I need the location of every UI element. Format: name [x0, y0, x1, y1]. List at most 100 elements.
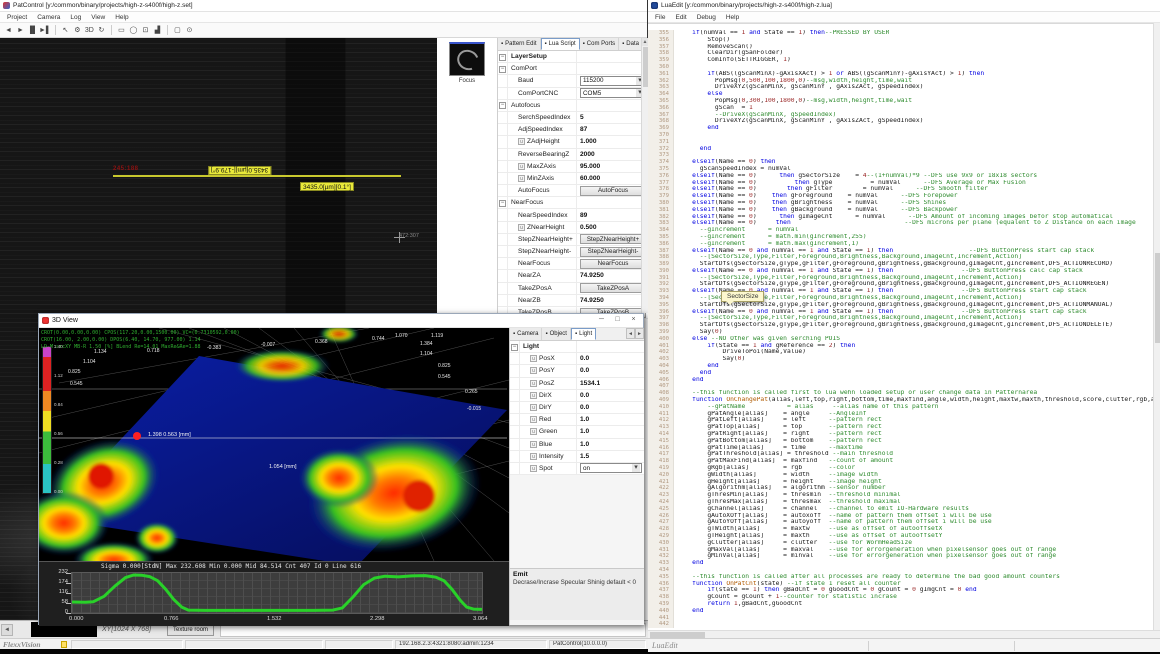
histogram-icon[interactable]: ▟ — [152, 25, 163, 36]
value-text[interactable]: 0.0 — [580, 392, 589, 399]
menu-item-camera[interactable]: Camera — [32, 14, 65, 21]
stepznearheight--button[interactable]: StepZNearHeight- — [580, 247, 646, 257]
collapse-icon[interactable]: − — [511, 344, 518, 351]
property-row-nearfocus: NearFocusNearFocus — [498, 258, 648, 270]
collapse-icon[interactable]: − — [499, 200, 506, 207]
tab-scroll-right-icon[interactable]: ► — [635, 328, 644, 339]
value-text[interactable]: 0.0 — [580, 367, 589, 374]
menu-item-view[interactable]: View — [86, 14, 110, 21]
property-value: 0.500 — [576, 222, 648, 233]
line-number: 426 — [648, 513, 674, 520]
value-text[interactable]: 1.000 — [580, 138, 597, 145]
square-tool-icon[interactable]: ▢ — [172, 25, 183, 36]
marquee-tool-icon[interactable]: ⊡ — [140, 25, 151, 36]
value-text[interactable]: 0.500 — [580, 224, 597, 231]
hscroll-left-icon[interactable]: ◄ — [1, 624, 13, 636]
unit-checkbox[interactable]: u — [530, 367, 537, 374]
properties-scrollbar[interactable]: ▲ — [641, 38, 648, 313]
step-forward-icon[interactable]: ►▌ — [39, 25, 51, 36]
pause-icon[interactable]: ▐▌ — [27, 25, 38, 36]
editor-hscrollbar[interactable] — [648, 630, 1160, 638]
code-text: end — [674, 370, 711, 377]
baud-dropdown[interactable]: 115200 — [580, 76, 646, 86]
scrollbar-thumb[interactable] — [1155, 253, 1160, 343]
3d-scene[interactable]: CROT(0.00,0.00,0.00) CPOS(117.20,0.00,15… — [39, 328, 509, 561]
play-icon[interactable]: ► — [15, 25, 26, 36]
value-text[interactable]: 95.000 — [580, 163, 600, 170]
pointer-icon[interactable]: ↖ — [60, 25, 71, 36]
collapse-icon[interactable]: − — [499, 54, 506, 61]
rect-tool-icon[interactable]: ▭ — [116, 25, 127, 36]
unit-checkbox[interactable]: u — [530, 416, 537, 423]
menu-item-edit[interactable]: Edit — [670, 14, 691, 21]
nearfocus-button[interactable]: NearFocus — [580, 259, 646, 269]
spot-dropdown[interactable]: on — [580, 463, 642, 473]
3d-mode-icon[interactable]: 3D — [84, 25, 95, 36]
menu-item-help[interactable]: Help — [721, 14, 744, 21]
unit-checkbox[interactable]: u — [530, 428, 537, 435]
value-text[interactable]: 2000 — [580, 151, 595, 158]
menu-item-file[interactable]: File — [650, 14, 670, 21]
property-value: 60.000 — [576, 173, 648, 184]
tab-camera[interactable]: ▪Camera — [510, 328, 542, 340]
stepznearheight--button[interactable]: StepZNearHeight+ — [580, 234, 646, 244]
tab-lua-script[interactable]: ▪Lua Script — [541, 38, 580, 50]
row-gutter — [498, 185, 508, 196]
unit-checkbox[interactable]: u — [530, 465, 537, 472]
unit-checkbox[interactable]: u — [518, 224, 525, 231]
editor-vscrollbar[interactable] — [1153, 23, 1160, 630]
menu-item-debug[interactable]: Debug — [692, 14, 721, 21]
unit-checkbox[interactable]: u — [518, 138, 525, 145]
ellipse-tool-icon[interactable]: ◯ — [128, 25, 139, 36]
value-text[interactable]: 1.0 — [580, 416, 589, 423]
collapse-icon[interactable]: − — [499, 102, 506, 109]
menu-item-help[interactable]: Help — [110, 14, 133, 21]
luaedit-titlebar[interactable]: LuaEdit [y:/common/binary/projects/high-… — [648, 0, 1160, 12]
value-text[interactable]: 60.000 — [580, 175, 600, 182]
maximize-icon[interactable]: □ — [611, 315, 624, 326]
value-text[interactable]: 1534.1 — [580, 380, 600, 387]
close-icon[interactable]: × — [627, 315, 640, 326]
unit-checkbox[interactable]: u — [530, 441, 537, 448]
scrollbar-thumb[interactable] — [643, 47, 648, 87]
property-value: 0.0 — [576, 353, 644, 364]
minimize-icon[interactable]: ─ — [595, 315, 608, 326]
autofocus-button[interactable]: AutoFocus — [580, 186, 646, 196]
menu-item-log[interactable]: Log — [65, 14, 86, 21]
value-text[interactable]: 1.0 — [580, 428, 589, 435]
unit-checkbox[interactable]: u — [530, 355, 537, 362]
wrench-icon[interactable]: ⚙ — [72, 25, 83, 36]
unit-checkbox[interactable]: u — [530, 453, 537, 460]
value-text[interactable]: 74.9250 — [580, 272, 604, 279]
tab-light[interactable]: ▪Light — [571, 328, 596, 340]
menu-item-project[interactable]: Project — [2, 14, 32, 21]
unit-checkbox[interactable]: u — [518, 163, 525, 170]
tab-com-ports[interactable]: ▪Com Ports — [580, 38, 619, 50]
rotate-icon[interactable]: ↻ — [96, 25, 107, 36]
tab-object[interactable]: ▪Object — [542, 328, 570, 340]
unit-checkbox[interactable]: u — [530, 404, 537, 411]
value-text[interactable]: 1.0 — [580, 441, 589, 448]
code-text — [674, 132, 681, 139]
unit-checkbox[interactable]: u — [518, 175, 525, 182]
comportcnc-dropdown[interactable]: COM5 — [580, 88, 646, 98]
code-editor[interactable]: 355 if(numVal == 1 and State == 1) then-… — [648, 23, 1153, 630]
value-text[interactable]: 5 — [580, 114, 584, 121]
value-text[interactable]: 87 — [580, 126, 587, 133]
collapse-icon[interactable]: − — [499, 66, 506, 73]
unit-checkbox[interactable]: u — [530, 392, 537, 399]
value-text[interactable]: 89 — [580, 212, 587, 219]
value-text[interactable]: 1.5 — [580, 453, 589, 460]
value-text[interactable]: 74.9250 — [580, 297, 604, 304]
3d-view-titlebar[interactable]: 3D View ─ □ × — [39, 314, 643, 328]
takezposa-button[interactable]: TakeZPosA — [580, 283, 646, 293]
step-back-icon[interactable]: ◄ — [3, 25, 14, 36]
tab-scroll-left-icon[interactable]: ◄ — [626, 328, 635, 339]
patcontrol-titlebar[interactable]: PatControl [y:/common/binary/projects/hi… — [0, 0, 647, 12]
value-text[interactable]: 0.0 — [580, 404, 589, 411]
zoom-tool-icon[interactable]: ⊙ — [184, 25, 195, 36]
tab-pattern-edit[interactable]: ▪Pattern Edit — [498, 38, 541, 50]
value-text[interactable]: 0.0 — [580, 355, 589, 362]
focus-thumbnail[interactable] — [449, 42, 485, 76]
unit-checkbox[interactable]: u — [530, 380, 537, 387]
